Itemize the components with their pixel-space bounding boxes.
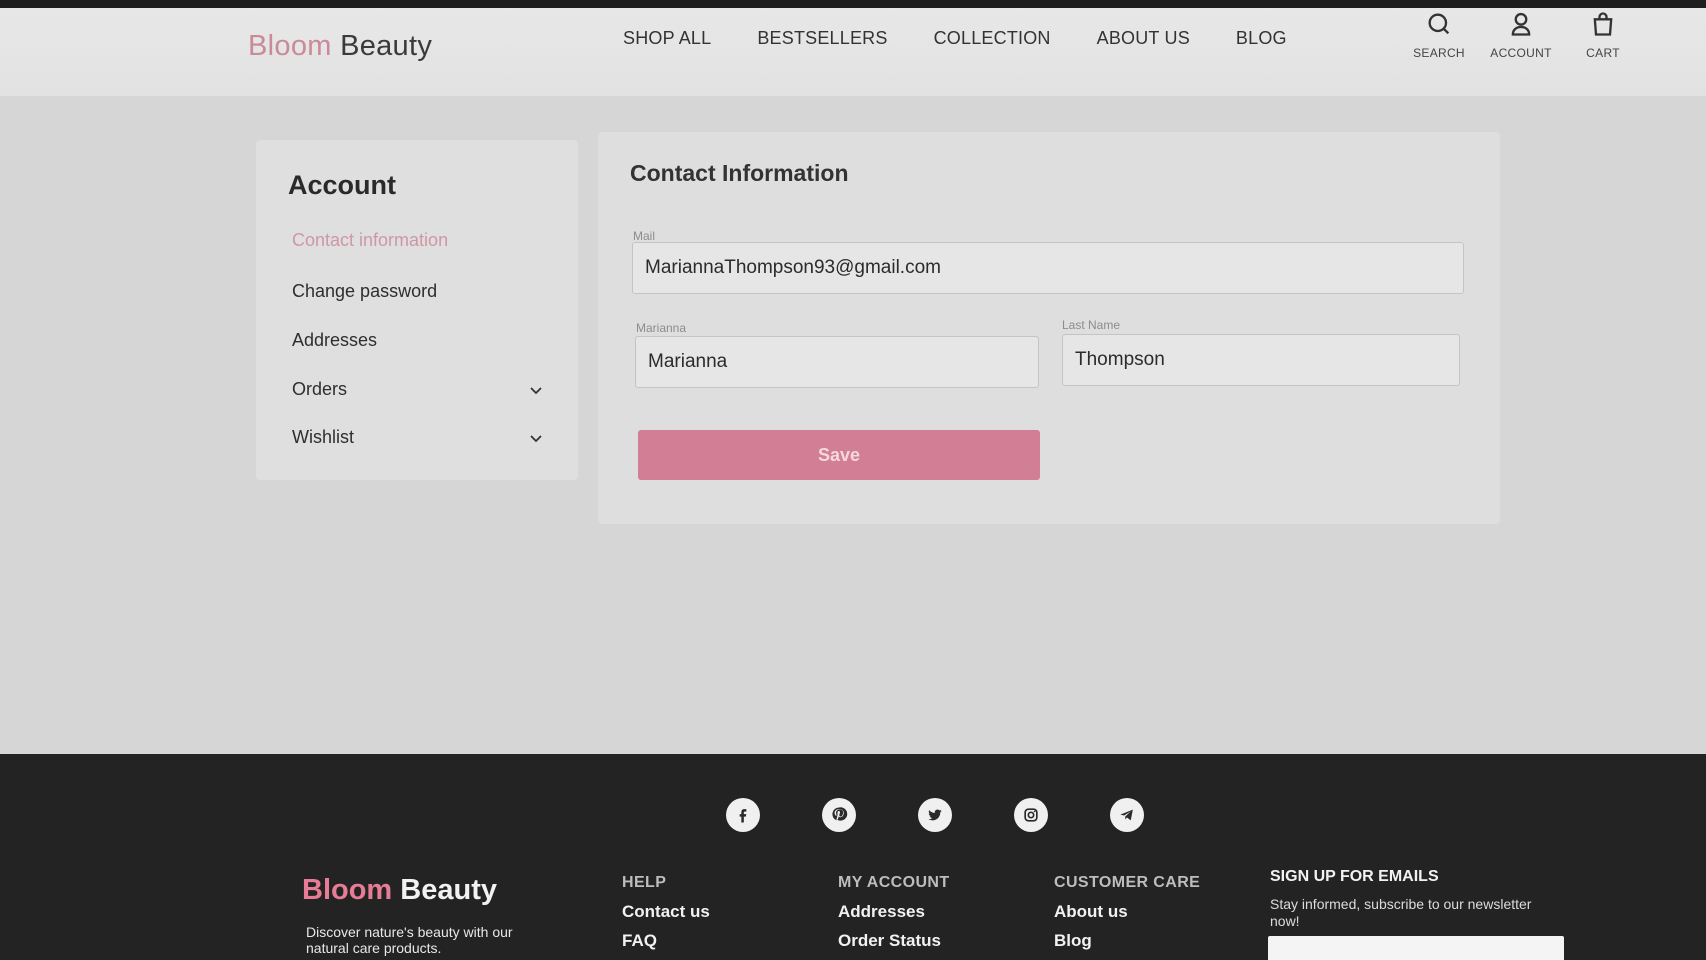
search-button[interactable]: SEARCH bbox=[1410, 10, 1468, 60]
signup-text: Stay informed, subscribe to our newslett… bbox=[1270, 896, 1532, 929]
newsletter-email-input[interactable] bbox=[1268, 936, 1564, 960]
last-name-label: Last Name bbox=[1062, 318, 1121, 332]
footer-link-contact-us[interactable]: Contact us bbox=[622, 902, 710, 922]
chevron-down-icon bbox=[530, 434, 542, 442]
sidebar-item-change-password[interactable]: Change password bbox=[292, 281, 544, 302]
footer-link-about-us[interactable]: About us bbox=[1054, 902, 1200, 922]
chevron-down-icon bbox=[530, 386, 542, 394]
signup-title: SIGN UP FOR EMAILS bbox=[1270, 868, 1439, 885]
sidebar-item-label: Change password bbox=[292, 281, 438, 301]
email-field[interactable]: MariannaThompson93@gmail.com bbox=[632, 242, 1464, 294]
brand-word-bloom: Bloom bbox=[248, 30, 332, 62]
site-footer: Bloom Beauty Discover nature's beauty wi… bbox=[0, 754, 1706, 960]
social-links bbox=[726, 798, 1144, 832]
nav-about-us[interactable]: ABOUT US bbox=[1097, 28, 1190, 49]
sidebar-item-addresses[interactable]: Addresses bbox=[292, 330, 544, 351]
sidebar-item-orders[interactable]: Orders bbox=[292, 379, 544, 400]
account-label: ACCOUNT bbox=[1490, 46, 1552, 60]
telegram-link[interactable] bbox=[1110, 798, 1144, 832]
sidebar-item-label: Addresses bbox=[292, 330, 378, 350]
sidebar-item-label: Contact information bbox=[292, 230, 449, 250]
top-header: Bloom Beauty SHOP ALL BESTSELLERS COLLEC… bbox=[0, 0, 1706, 96]
sidebar-item-wishlist[interactable]: Wishlist bbox=[292, 427, 544, 448]
sidebar-item-label: Orders bbox=[292, 379, 348, 399]
search-label: SEARCH bbox=[1413, 46, 1465, 60]
twitter-icon bbox=[928, 809, 942, 821]
first-name-field[interactable]: Marianna bbox=[635, 336, 1039, 388]
brand-word-beauty: Beauty bbox=[340, 30, 433, 62]
email-field-value: MariannaThompson93@gmail.com bbox=[645, 257, 941, 278]
nav-bestsellers[interactable]: BESTSELLERS bbox=[757, 28, 887, 49]
footer-brand-bloom: Bloom bbox=[302, 874, 393, 906]
twitter-link[interactable] bbox=[918, 798, 952, 832]
nav-blog[interactable]: BLOG bbox=[1236, 28, 1287, 49]
footer-link-addresses[interactable]: Addresses bbox=[838, 902, 950, 922]
pinterest-icon bbox=[832, 807, 848, 821]
nav-collection[interactable]: COLLECTION bbox=[934, 28, 1051, 49]
footer-brand-beauty: Beauty bbox=[400, 874, 497, 906]
cart-label: CART bbox=[1586, 46, 1620, 60]
footer-link-faq[interactable]: FAQ bbox=[622, 931, 710, 951]
save-button[interactable]: Save bbox=[638, 430, 1040, 480]
last-name-field[interactable]: Thompson bbox=[1062, 334, 1460, 386]
first-name-label: Marianna bbox=[636, 321, 687, 335]
first-name-field-value: Marianna bbox=[648, 351, 728, 372]
page-title: Contact Information bbox=[630, 160, 849, 186]
account-sidebar: Account Contact information Change passw… bbox=[256, 140, 578, 480]
nav-shop-all[interactable]: SHOP ALL bbox=[623, 28, 711, 49]
main-nav: SHOP ALL BESTSELLERS COLLECTION ABOUT US… bbox=[623, 28, 1287, 49]
contact-information-panel: Contact Information Mail MariannaThompso… bbox=[598, 132, 1500, 524]
last-name-field-value: Thompson bbox=[1075, 349, 1165, 370]
footer-column-customer-care: CUSTOMER CARE About us Blog bbox=[1054, 874, 1200, 960]
footer-link-order-status[interactable]: Order Status bbox=[838, 931, 950, 951]
account-icon bbox=[1511, 12, 1531, 36]
facebook-link[interactable] bbox=[726, 798, 760, 832]
sidebar-title: Account bbox=[288, 170, 396, 200]
search-icon bbox=[1428, 13, 1450, 35]
header-actions: SEARCH ACCOUNT CART bbox=[1410, 10, 1632, 60]
mail-label: Mail bbox=[633, 229, 656, 243]
telegram-icon bbox=[1120, 809, 1133, 821]
account-button[interactable]: ACCOUNT bbox=[1490, 10, 1552, 60]
instagram-link[interactable] bbox=[1014, 798, 1048, 832]
brand-logo[interactable]: Bloom Beauty bbox=[248, 30, 432, 63]
footer-logo[interactable]: Bloom Beauty bbox=[302, 874, 497, 907]
footer-column-title: CUSTOMER CARE bbox=[1054, 874, 1201, 891]
footer-column-title: HELP bbox=[622, 874, 667, 891]
newsletter-signup: SIGN UP FOR EMAILS Stay informed, subscr… bbox=[1270, 868, 1550, 930]
footer-column-help: HELP Contact us FAQ bbox=[622, 874, 710, 960]
sidebar-item-contact-information[interactable]: Contact information bbox=[292, 230, 544, 251]
instagram-icon bbox=[1024, 808, 1038, 822]
facebook-icon bbox=[739, 809, 747, 823]
cart-button[interactable]: CART bbox=[1574, 10, 1632, 60]
footer-column-title: MY ACCOUNT bbox=[838, 874, 950, 891]
sidebar-item-label: Wishlist bbox=[292, 427, 354, 447]
footer-link-blog[interactable]: Blog bbox=[1054, 931, 1200, 951]
footer-column-my-account: MY ACCOUNT Addresses Order Status bbox=[838, 874, 950, 960]
footer-tagline: Discover nature's beauty with our natura… bbox=[306, 924, 513, 956]
cart-icon bbox=[1593, 12, 1613, 36]
pinterest-link[interactable] bbox=[822, 798, 856, 832]
